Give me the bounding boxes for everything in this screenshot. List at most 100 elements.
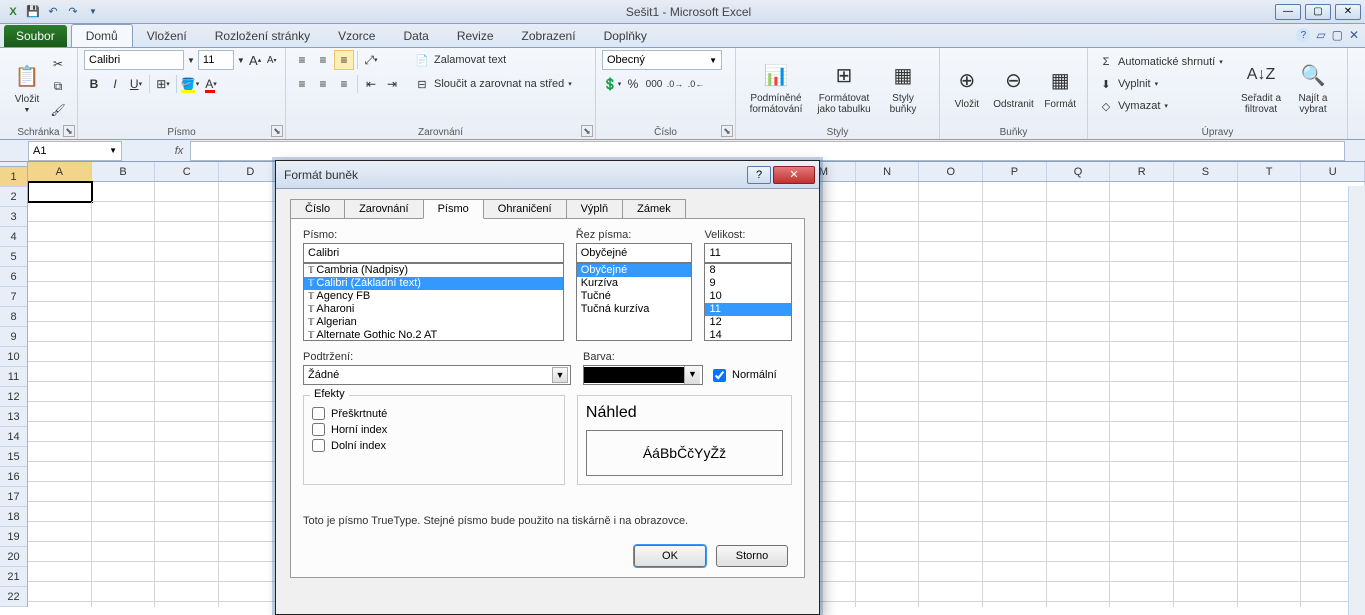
normal-checkbox-input[interactable] (713, 369, 726, 382)
cell[interactable] (155, 282, 219, 302)
row-header[interactable]: 13 (0, 407, 27, 427)
wrap-text-button[interactable]: 📄 Zalamovat text (410, 50, 576, 70)
cell[interactable] (1238, 442, 1302, 462)
cell[interactable] (983, 602, 1047, 607)
cell[interactable] (1047, 202, 1111, 222)
vertical-scrollbar[interactable] (1348, 186, 1365, 615)
cell[interactable] (1238, 382, 1302, 402)
cell[interactable] (92, 322, 156, 342)
cell[interactable] (983, 542, 1047, 562)
cell[interactable] (1174, 342, 1238, 362)
cell[interactable] (28, 182, 92, 202)
font-size-input[interactable] (198, 50, 234, 70)
col-header[interactable]: N (856, 162, 920, 181)
size-list-item[interactable]: 9 (705, 277, 791, 290)
cell[interactable] (155, 542, 219, 562)
cell[interactable] (155, 322, 219, 342)
cell[interactable] (219, 462, 283, 482)
cell[interactable] (919, 442, 983, 462)
cell[interactable] (856, 182, 920, 202)
cell[interactable] (28, 462, 92, 482)
cell[interactable] (1047, 542, 1111, 562)
cell[interactable] (155, 182, 219, 202)
cell[interactable] (856, 322, 920, 342)
ok-button[interactable]: OK (634, 545, 706, 567)
shrink-font-icon[interactable]: A▾ (264, 50, 279, 70)
cell[interactable] (983, 222, 1047, 242)
cell[interactable] (219, 242, 283, 262)
cell-styles-button[interactable]: ▦ Styly buňky (878, 50, 928, 120)
dtab-font[interactable]: Písmo (423, 199, 484, 219)
cell[interactable] (1238, 282, 1302, 302)
cell[interactable] (1174, 362, 1238, 382)
cell[interactable] (856, 542, 920, 562)
cell[interactable] (1047, 242, 1111, 262)
cell[interactable] (1174, 462, 1238, 482)
cell[interactable] (1110, 462, 1174, 482)
cell[interactable] (1174, 282, 1238, 302)
bold-icon[interactable]: B (84, 74, 104, 94)
cell[interactable] (1174, 542, 1238, 562)
cell[interactable] (1174, 302, 1238, 322)
cell[interactable] (92, 522, 156, 542)
subscript-checkbox[interactable]: Dolní index (312, 439, 556, 452)
cell[interactable] (983, 182, 1047, 202)
font-color-icon[interactable]: A▾ (201, 74, 221, 94)
cell[interactable] (92, 562, 156, 582)
cell[interactable] (155, 602, 219, 607)
cell[interactable] (219, 302, 283, 322)
size-list-item[interactable]: 11 (705, 303, 791, 316)
cell[interactable] (1238, 462, 1302, 482)
redo-icon[interactable]: ↷ (64, 3, 82, 21)
cell[interactable] (219, 442, 283, 462)
cell[interactable] (919, 402, 983, 422)
cell[interactable] (92, 382, 156, 402)
cell[interactable] (1110, 442, 1174, 462)
cell[interactable] (1110, 282, 1174, 302)
cell[interactable] (856, 422, 920, 442)
strikethrough-checkbox[interactable]: Přeškrtnuté (312, 407, 556, 420)
cell[interactable] (1174, 422, 1238, 442)
cell[interactable] (1110, 582, 1174, 602)
cell[interactable] (919, 562, 983, 582)
format-table-button[interactable]: ⊞ Formátovat jako tabulku (810, 50, 878, 120)
cell[interactable] (919, 542, 983, 562)
cell[interactable] (983, 482, 1047, 502)
cell[interactable] (1238, 302, 1302, 322)
cell[interactable] (155, 422, 219, 442)
cell[interactable] (983, 402, 1047, 422)
style-field-input[interactable] (576, 243, 693, 263)
row-header[interactable]: 21 (0, 567, 27, 587)
cell[interactable] (1110, 382, 1174, 402)
cell[interactable] (1110, 542, 1174, 562)
cell[interactable] (919, 282, 983, 302)
qat-more-icon[interactable]: ▼ (84, 3, 102, 21)
size-list-item[interactable]: 12 (705, 316, 791, 329)
cell[interactable] (155, 342, 219, 362)
cell[interactable] (1238, 362, 1302, 382)
align-center-icon[interactable]: ≡ (313, 74, 333, 94)
cell[interactable] (919, 302, 983, 322)
row-header[interactable]: 2 (0, 187, 27, 207)
cell[interactable] (28, 362, 92, 382)
tab-layout[interactable]: Rozložení stránky (201, 25, 324, 47)
cell[interactable] (92, 462, 156, 482)
row-header[interactable]: 17 (0, 487, 27, 507)
cell[interactable] (919, 522, 983, 542)
italic-icon[interactable]: I (105, 74, 125, 94)
sort-filter-button[interactable]: A↓Z Seřadit a filtrovat (1234, 50, 1288, 120)
minimize-button[interactable]: — (1275, 4, 1301, 20)
col-header[interactable]: C (155, 162, 219, 181)
cell[interactable] (856, 362, 920, 382)
cell[interactable] (1238, 422, 1302, 442)
col-header[interactable]: B (92, 162, 156, 181)
align-right-icon[interactable]: ≡ (334, 74, 354, 94)
font-size-dropdown[interactable]: ▼ (236, 50, 246, 70)
close-button[interactable]: ✕ (1335, 4, 1361, 20)
superscript-checkbox[interactable]: Horní index (312, 423, 556, 436)
delete-cells-button[interactable]: ⊖ Odstranit (988, 50, 1040, 120)
cell[interactable] (1047, 522, 1111, 542)
cell[interactable] (1174, 582, 1238, 602)
format-cells-button[interactable]: ▦ Formát (1039, 50, 1081, 120)
tab-insert[interactable]: Vložení (133, 25, 201, 47)
